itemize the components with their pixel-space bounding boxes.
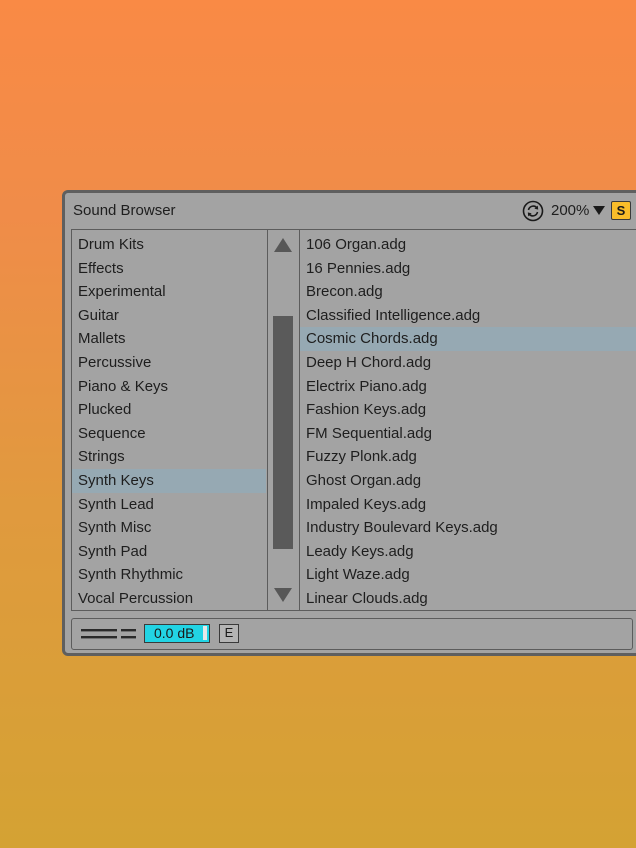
file-item[interactable]: Deep H Chord.adg: [300, 351, 636, 375]
file-item[interactable]: Brecon.adg: [300, 280, 636, 304]
file-item[interactable]: Ghost Organ.adg: [300, 469, 636, 493]
category-item[interactable]: Synth Misc: [72, 516, 266, 540]
window-title: Sound Browser: [73, 202, 176, 219]
category-item[interactable]: Mallets: [72, 327, 266, 351]
file-item[interactable]: 106 Organ.adg: [300, 233, 636, 257]
level-meter-icon: [81, 629, 136, 639]
refresh-icon[interactable]: [522, 200, 544, 222]
file-item[interactable]: Leady Keys.adg: [300, 540, 636, 564]
preview-bar: 0.0 dB E: [71, 618, 633, 650]
category-list[interactable]: Drum Kits Effects Experimental Guitar Mallet…: [72, 230, 268, 610]
scroll-thumb[interactable]: [273, 316, 293, 549]
solo-button[interactable]: S: [611, 201, 631, 220]
file-item[interactable]: Industry Boulevard Keys.adg: [300, 516, 636, 540]
file-item[interactable]: 16 Pennies.adg: [300, 257, 636, 281]
category-item[interactable]: Strings: [72, 445, 266, 469]
file-item[interactable]: Linear Clouds.adg: [300, 587, 636, 610]
category-item[interactable]: Plucked: [72, 398, 266, 422]
file-item[interactable]: Impaled Keys.adg: [300, 493, 636, 517]
scrollbar[interactable]: [268, 230, 300, 610]
file-item[interactable]: Fashion Keys.adg: [300, 398, 636, 422]
category-item[interactable]: Experimental: [72, 280, 266, 304]
category-item[interactable]: Sequence: [72, 422, 266, 446]
sound-browser-window: Sound Browser 200% S Drum Kits Effects Exp…: [62, 190, 636, 656]
preview-volume-field[interactable]: 0.0 dB: [144, 624, 210, 643]
zoom-level[interactable]: 200%: [551, 202, 589, 219]
triangle-down-icon[interactable]: [274, 588, 292, 602]
category-item[interactable]: Piano & Keys: [72, 375, 266, 399]
file-list[interactable]: 106 Organ.adg 16 Pennies.adg Brecon.adg Cla…: [300, 230, 636, 610]
category-item[interactable]: Drum Kits: [72, 233, 266, 257]
category-item[interactable]: Percussive: [72, 351, 266, 375]
file-item[interactable]: Light Waze.adg: [300, 563, 636, 587]
edit-button[interactable]: E: [219, 624, 239, 643]
category-item[interactable]: Synth Keys: [72, 468, 266, 493]
file-item[interactable]: Fuzzy Plonk.adg: [300, 445, 636, 469]
category-item[interactable]: Synth Lead: [72, 493, 266, 517]
file-items: 106 Organ.adg 16 Pennies.adg Brecon.adg Cla…: [300, 233, 636, 610]
browser-panel: Drum Kits Effects Experimental Guitar Mallet…: [71, 229, 636, 611]
category-items: Drum Kits Effects Experimental Guitar Mallet…: [72, 233, 266, 610]
file-item[interactable]: Classified Intelligence.adg: [300, 304, 636, 328]
category-item[interactable]: Vocal Percussion: [72, 587, 266, 610]
file-item[interactable]: Cosmic Chords.adg: [300, 327, 636, 351]
triangle-down-icon[interactable]: [593, 206, 605, 215]
category-item[interactable]: Guitar: [72, 304, 266, 328]
category-item[interactable]: Effects: [72, 257, 266, 281]
title-bar: Sound Browser 200% S: [65, 193, 636, 227]
category-item[interactable]: Synth Pad: [72, 540, 266, 564]
triangle-up-icon[interactable]: [274, 238, 292, 252]
file-item[interactable]: Electrix Piano.adg: [300, 375, 636, 399]
file-item[interactable]: FM Sequential.adg: [300, 422, 636, 446]
category-item[interactable]: Synth Rhythmic: [72, 563, 266, 587]
